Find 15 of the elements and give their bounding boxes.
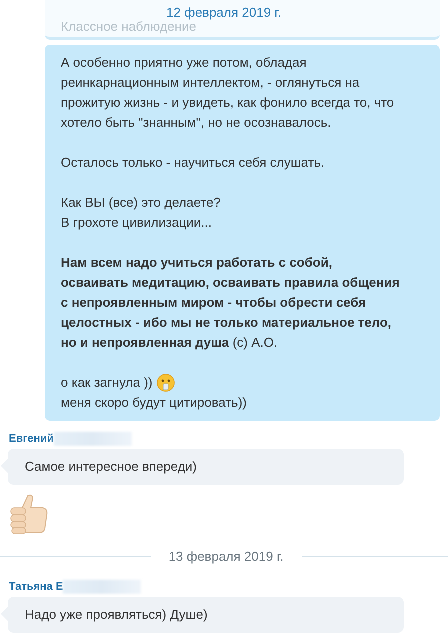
message-text: Нам всем надо учиться работать с собой, осваивать медитацию, осваивать правила общения с непроявленным миром - чтобы обрести себя целостных - ибо мы не только материальное тело, но и непроявленная душа (с) А.О. — [61, 254, 400, 352]
sender-name: Евгений — [9, 433, 54, 445]
message-text: Классное наблюдение — [61, 19, 196, 35]
message-text: о как загнула )) — [61, 374, 153, 392]
message-text: В грохоте цивилизации... — [61, 214, 212, 232]
message-text: Как ВЫ (все) это делаете? — [61, 194, 221, 212]
thumbs-up-icon — [8, 493, 50, 535]
date-label: 12 февраля 2019 г. — [166, 5, 282, 20]
message-text: А особенно приятно уже потом, обладая реинкарнационным интеллектом, - оглянуться на прожитую жизнь - и увидеть, как фонило всегда то, что хотело быть "знанным", но не осознавалось. — [61, 54, 396, 132]
message-text: меня скоро будут цитировать)) — [61, 394, 247, 412]
date-label: 13 февраля 2019 г. — [168, 549, 284, 564]
message-text: Осталось только - научиться себя слушать. — [61, 154, 325, 172]
message-text: Самое интересное впереди) — [25, 458, 197, 476]
sender-name: Татьяна Е — [9, 581, 64, 593]
message-text: Надо уже проявляться) Душе) — [25, 606, 208, 624]
